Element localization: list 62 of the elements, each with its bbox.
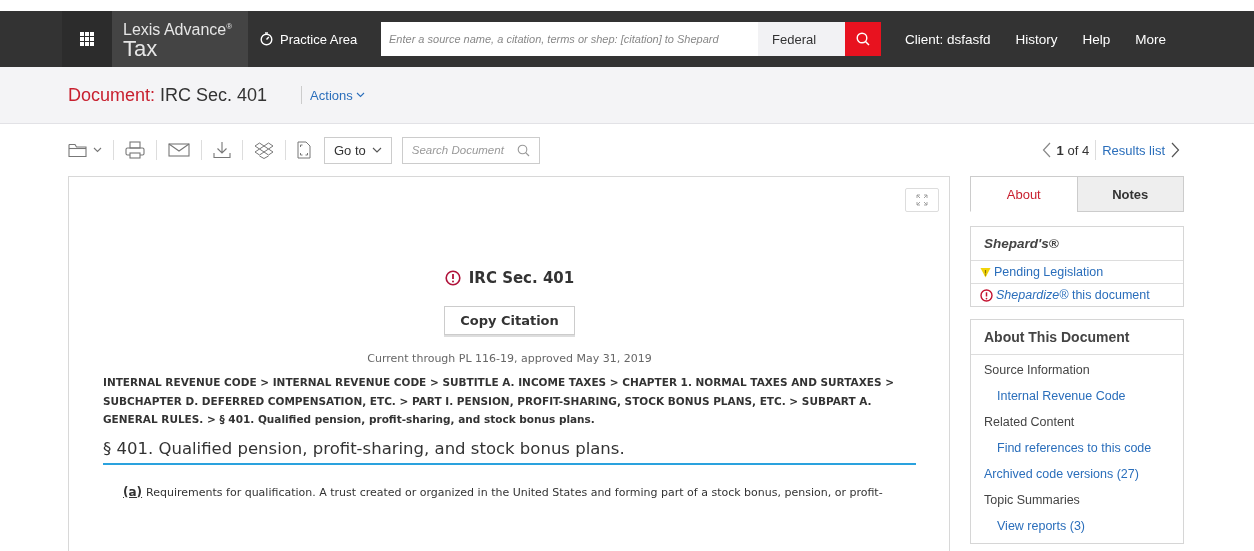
subsection-link[interactable]: (a) — [123, 484, 143, 499]
content-link[interactable]: View reports (3) — [997, 519, 1085, 533]
alert-circle-icon — [444, 270, 461, 286]
panel-title: Shepard's® — [971, 227, 1183, 261]
download-icon — [213, 141, 231, 159]
chevron-right-icon[interactable] — [1171, 142, 1180, 158]
folder-button[interactable] — [68, 142, 102, 158]
caret-icon — [93, 147, 102, 153]
apps-grid-icon[interactable] — [80, 32, 94, 46]
results-list-link[interactable]: Results list — [1102, 142, 1165, 158]
dropbox-icon — [254, 141, 274, 159]
search-document-field[interactable]: Search Document — [401, 136, 540, 164]
printer-button[interactable] — [125, 141, 145, 159]
search-icon — [516, 143, 530, 157]
brand-name: Lexis Advance$^{®}$ — [123, 20, 234, 39]
document-frame-button[interactable] — [297, 141, 311, 159]
caret-icon — [371, 147, 382, 153]
envelope-button[interactable] — [168, 143, 190, 157]
alert-circle-icon — [980, 288, 993, 302]
actions-menu[interactable]: Actions — [301, 86, 365, 104]
nav-link[interactable]: More — [1135, 31, 1167, 47]
section-label: Topic Summaries — [984, 493, 1080, 507]
page-position: 1 of 4 — [1056, 142, 1090, 158]
document-heading: IRC Sec. 401 — [468, 269, 575, 287]
jurisdiction-dropdown[interactable]: Federal — [758, 22, 845, 56]
paragraph-text: Requirements for qualification. A trust created or organized in the United States and forming part of a stock bonus, pension, or profit- — [146, 485, 883, 499]
caret-icon — [355, 92, 365, 98]
product-name: Tax — [123, 38, 159, 61]
folder-icon — [68, 142, 88, 158]
search-icon — [856, 32, 870, 46]
breadcrumb-text: INTERNAL REVENUE CODE > INTERNAL REVENUE CODE > SUBTITLE A. INCOME TAXES > CHAPTER 1. NORMAL TAXES AND SURTAXES > SUBCHAPTER D. DEFERRED COMPENSATION, ETC. > PART I. PENSION, PROFIT-SHARING, STOCK BONUS PLANS, ETC. > SUBPART A. GENERAL RULES. > § 401. Qualified pension, profit-sharing, and stock bonus plans. — [103, 375, 895, 427]
go-to-dropdown[interactable]: Go to — [324, 136, 392, 164]
practice-area-link[interactable]: Practice Area — [260, 31, 381, 47]
archive-link[interactable]: Archived code versions (27) — [984, 467, 1139, 481]
content-link[interactable]: Find references to this code — [997, 441, 1152, 455]
nav-link[interactable]: History — [1015, 31, 1058, 47]
search-button[interactable] — [845, 22, 881, 56]
currency-note: Current through PL 116-19, approved May 31, 2019 — [366, 352, 653, 365]
panel-tab[interactable]: About — [970, 176, 1077, 212]
shepards-link[interactable]: Pending Legislation — [994, 265, 1104, 279]
expand-icon — [916, 194, 928, 206]
panel-title: About This Document — [971, 320, 1183, 355]
printer-icon — [125, 141, 145, 159]
panel-tab[interactable]: Notes — [1076, 176, 1184, 212]
document-title: IRC Sec. 401 — [160, 84, 268, 106]
nav-link[interactable]: Help — [1082, 31, 1111, 47]
download-button[interactable] — [213, 141, 231, 159]
stopwatch-icon — [260, 32, 273, 46]
search-field[interactable]: Enter a source name, a citation, terms or shep: [citation] to Shepard — [381, 22, 758, 56]
section-label: Source Information — [984, 363, 1090, 377]
section-heading: § 401. Qualified pension, profit-sharing, and stock bonus plans. — [103, 438, 916, 465]
section-label: Related Content — [984, 415, 1075, 429]
warning-triangle-icon — [980, 266, 991, 278]
nav-link[interactable]: Client: dsfasfd — [905, 31, 991, 47]
copy-citation-button[interactable]: Copy Citation — [444, 306, 575, 335]
document-frame-icon — [297, 141, 311, 159]
envelope-icon — [168, 143, 190, 157]
dropbox-button[interactable] — [254, 141, 274, 159]
content-link[interactable]: Internal Revenue Code — [997, 389, 1126, 403]
chevron-left-icon[interactable] — [1041, 142, 1051, 158]
document-label: Document: — [68, 84, 156, 106]
shepards-link[interactable]: Shepardize® this document — [996, 288, 1150, 302]
